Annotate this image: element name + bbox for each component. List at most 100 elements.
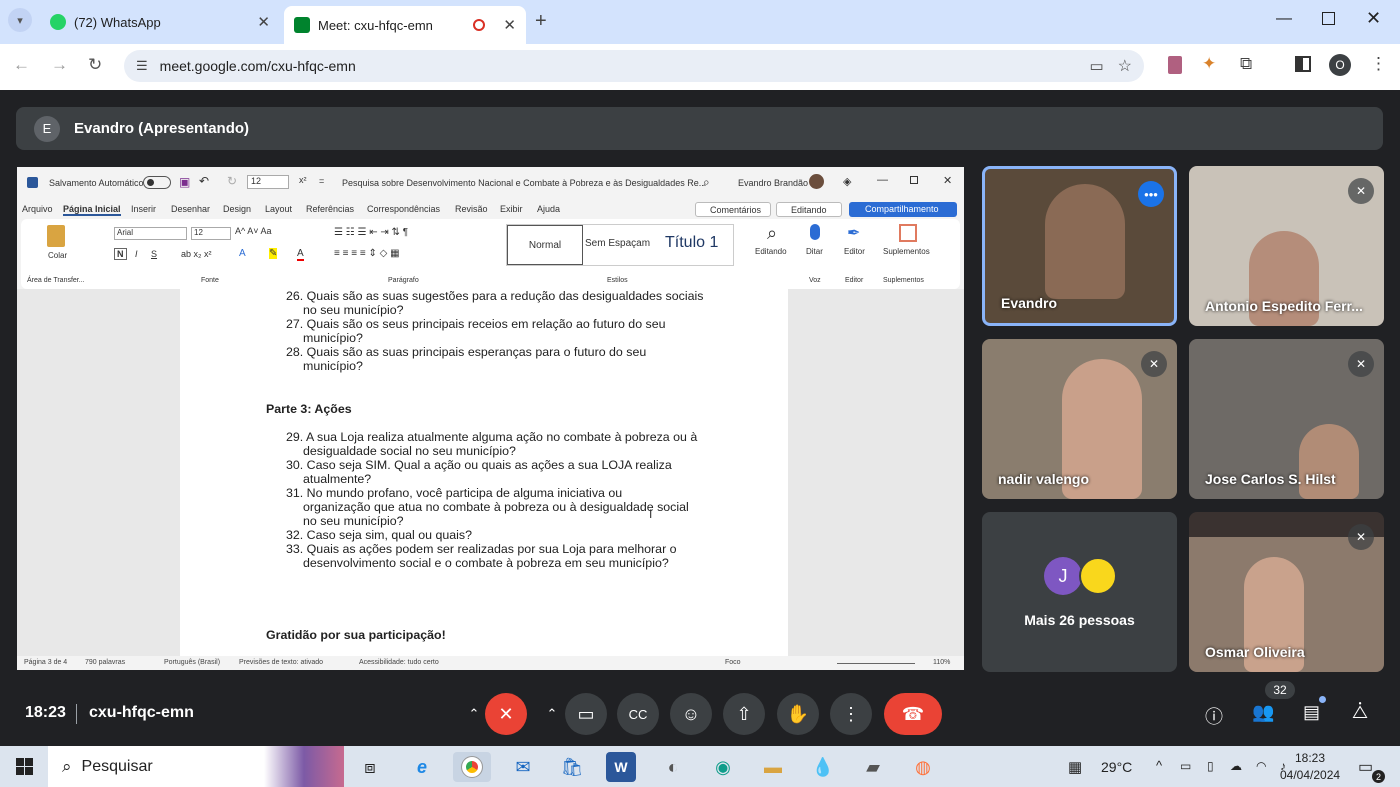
- undo-icon[interactable]: ↶: [199, 174, 209, 188]
- strikethrough-icon[interactable]: ab x₂ x²: [181, 249, 212, 259]
- meeting-info-icon[interactable]: ⓘ: [1205, 703, 1223, 729]
- chat-icon[interactable]: ▤: [1303, 702, 1320, 723]
- user-avatar[interactable]: [809, 174, 824, 189]
- clock-time[interactable]: 18:23: [1295, 751, 1325, 765]
- style-no-spacing[interactable]: Sem Espaçam: [585, 238, 650, 249]
- dictate-label[interactable]: Ditar: [806, 247, 823, 256]
- focus-button[interactable]: Foco: [725, 659, 741, 666]
- drop-app-icon[interactable]: 💧: [808, 752, 838, 782]
- mic-toggle-button[interactable]: ✕: [485, 693, 527, 735]
- diamond-icon[interactable]: ◈: [843, 175, 851, 188]
- close-tab-icon[interactable]: ✕: [257, 13, 270, 31]
- editor-pen-icon[interactable]: ✒: [847, 223, 860, 243]
- close-tab-icon[interactable]: ✕: [503, 16, 516, 34]
- present-button[interactable]: ⇧: [723, 693, 765, 735]
- zoom-level[interactable]: 110%: [933, 659, 950, 666]
- participant-tile-osmar[interactable]: ✕ Osmar Oliveira: [1189, 512, 1384, 672]
- microphone-icon[interactable]: [810, 224, 820, 240]
- word-close-icon[interactable]: ✕: [943, 174, 952, 187]
- participant-tile-jose[interactable]: ✕ Jose Carlos S. Hilst: [1189, 339, 1384, 499]
- editing-label[interactable]: Editando: [755, 247, 787, 256]
- status-predictions[interactable]: Previsões de texto: ativado: [239, 659, 323, 666]
- side-panel-icon[interactable]: [1295, 56, 1311, 72]
- battery-icon[interactable]: ▭: [1180, 759, 1191, 773]
- bold-icon[interactable]: N: [114, 248, 127, 260]
- emoji-button[interactable]: ☺: [670, 693, 712, 735]
- tray-chevron-icon[interactable]: ^: [1156, 758, 1162, 773]
- addins-label[interactable]: Suplementos: [883, 247, 930, 256]
- redo-icon[interactable]: ↻: [227, 174, 237, 188]
- menu-desenhar[interactable]: Desenhar: [171, 204, 210, 214]
- audio-options-chevron-icon[interactable]: ⌃: [463, 693, 485, 735]
- edge-legacy-icon[interactable]: e: [407, 752, 437, 782]
- start-windows-icon[interactable]: [16, 758, 33, 775]
- find-icon[interactable]: ⌕: [767, 223, 777, 244]
- editor-label[interactable]: Editor: [844, 247, 865, 256]
- status-accessibility[interactable]: Acessibilidade: tudo certo: [359, 659, 439, 666]
- notifications-icon[interactable]: ▭: [1358, 757, 1373, 777]
- comments-button[interactable]: Comentários: [695, 202, 771, 217]
- close-window-icon[interactable]: ✕: [1366, 8, 1381, 29]
- word-taskbar-icon[interactable]: W: [606, 752, 636, 782]
- save-icon[interactable]: ▣: [179, 175, 190, 189]
- font-size-ribbon-box[interactable]: 12: [191, 227, 231, 240]
- style-normal[interactable]: Normal: [507, 225, 583, 265]
- document-title[interactable]: Pesquisa sobre Desenvolvimento Nacional …: [342, 178, 706, 188]
- device-icon[interactable]: ▯: [1207, 759, 1214, 773]
- equals-icon[interactable]: =: [319, 176, 324, 186]
- menu-arquivo[interactable]: Arquivo: [22, 204, 53, 214]
- menu-layout[interactable]: Layout: [265, 204, 292, 214]
- captions-button[interactable]: CC: [617, 693, 659, 735]
- menu-revisao[interactable]: Revisão: [455, 204, 488, 214]
- store-icon[interactable]: 🛍: [557, 752, 587, 782]
- font-size-box[interactable]: 12: [247, 175, 289, 189]
- paste-icon[interactable]: [47, 225, 65, 247]
- tab-search-chevron-icon[interactable]: ▾: [8, 8, 32, 32]
- paste-label[interactable]: Colar: [48, 251, 67, 260]
- device-app-icon[interactable]: ▰: [858, 752, 888, 782]
- tile-more-options-icon[interactable]: •••: [1138, 181, 1164, 207]
- cloud-icon[interactable]: ☁: [1230, 759, 1242, 773]
- editing-mode-button[interactable]: Editando: [776, 202, 842, 217]
- firefox-icon[interactable]: ◍: [908, 752, 938, 782]
- edge-icon[interactable]: ◉: [708, 752, 738, 782]
- address-bar[interactable]: ☰ meet.google.com/cxu-hfqc-emn ▭ ☆: [124, 50, 1144, 82]
- people-icon[interactable]: 👥: [1252, 702, 1274, 723]
- bullets-icon[interactable]: ☰ ☷ ☰ ⇤ ⇥ ⇅ ¶: [334, 227, 408, 238]
- menu-design[interactable]: Design: [223, 204, 251, 214]
- font-color-icon[interactable]: A: [297, 248, 304, 261]
- document-page[interactable]: 26. Quais são as suas sugestões para a r…: [180, 289, 788, 656]
- share-button[interactable]: Compartilhamento: [849, 202, 957, 217]
- extensions-puzzle-icon[interactable]: ⧉: [1240, 54, 1252, 74]
- app-icon[interactable]: ◐: [658, 752, 688, 782]
- menu-inserir[interactable]: Inserir: [131, 204, 156, 214]
- reload-icon[interactable]: ↻: [88, 55, 102, 75]
- new-tab-icon[interactable]: +: [535, 10, 547, 33]
- highlight-icon[interactable]: ✎: [269, 248, 278, 259]
- more-options-button[interactable]: ⋮: [830, 693, 872, 735]
- word-minimize-icon[interactable]: —: [877, 174, 888, 186]
- end-call-button[interactable]: ☎: [884, 693, 942, 735]
- wifi-icon[interactable]: ◠: [1256, 759, 1266, 773]
- status-page[interactable]: Página 3 de 4: [24, 659, 67, 666]
- file-explorer-icon[interactable]: ▬: [758, 752, 788, 782]
- extension-icon[interactable]: [1168, 56, 1182, 74]
- participant-tile-evandro[interactable]: ••• Evandro: [982, 166, 1177, 326]
- weather-temp[interactable]: 29°C: [1101, 759, 1132, 775]
- autosave-toggle[interactable]: [143, 176, 171, 189]
- maximize-icon[interactable]: [1322, 12, 1335, 25]
- weather-icon[interactable]: ▦: [1068, 758, 1082, 776]
- text-effects-icon[interactable]: A: [239, 248, 246, 259]
- bookmark-star-icon[interactable]: ☆: [1118, 56, 1132, 76]
- task-view-icon[interactable]: ⧈: [355, 752, 385, 782]
- addins-grid-icon[interactable]: [899, 224, 917, 242]
- align-icons[interactable]: ≡ ≡ ≡ ≡ ⇕ ◇ ▦: [334, 248, 400, 259]
- menu-ajuda[interactable]: Ajuda: [537, 204, 560, 214]
- search-icon[interactable]: ⌕: [703, 175, 710, 190]
- participant-tile-nadir[interactable]: ✕ nadir valengo: [982, 339, 1177, 499]
- status-words[interactable]: 790 palavras: [85, 659, 125, 666]
- camera-indicator-icon[interactable]: ▭: [1089, 57, 1103, 75]
- back-icon[interactable]: ←: [13, 55, 30, 75]
- tab-whatsapp[interactable]: (72) WhatsApp ✕: [40, 6, 280, 38]
- taskbar-search[interactable]: ⌕ Pesquisar: [48, 746, 344, 787]
